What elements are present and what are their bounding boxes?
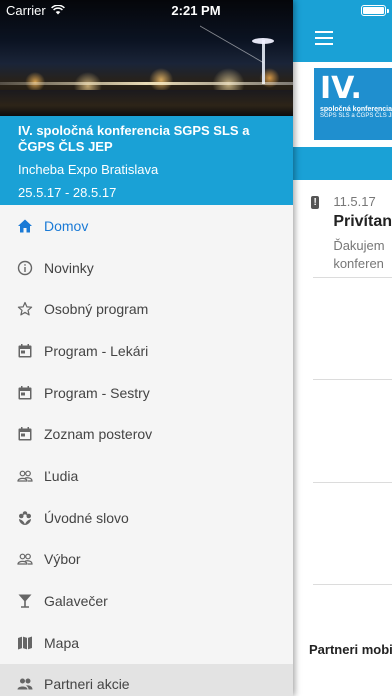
divider: [313, 482, 392, 483]
menu-item-uvodne-slovo[interactable]: Úvodné slovo: [0, 497, 293, 539]
menu-item-osobny-program[interactable]: Osobný program: [0, 288, 293, 330]
menu-item-zoznam-posterov[interactable]: Zoznam posterov: [0, 413, 293, 455]
menu-item-label: Výbor: [44, 551, 81, 568]
menu-item-galavecer[interactable]: Galavečer: [0, 580, 293, 622]
menu-item-label: Osobný program: [44, 301, 149, 318]
menu-item-partneri-akcie[interactable]: Partneri akcie: [0, 663, 293, 696]
people-icon: [16, 467, 33, 484]
news-item[interactable]: ! 11.5.17 Privítan Ďakujem konferen: [293, 180, 392, 273]
menu-item-mapa[interactable]: Mapa: [0, 622, 293, 664]
menu-icon[interactable]: [315, 31, 392, 45]
menu-item-domov[interactable]: Domov: [0, 205, 293, 247]
carrier-label: Carrier: [6, 2, 46, 18]
navigation-drawer: IV. spoločná konferencia SGPS SLS a ČGPS…: [0, 0, 293, 696]
conference-title: IV. spoločná konferencia SGPS SLS a ČGPS…: [18, 123, 250, 154]
group-icon: [16, 676, 33, 693]
info-icon: [16, 259, 33, 276]
menu-item-vybor[interactable]: Výbor: [0, 539, 293, 581]
conference-info: IV. spoločná konferencia SGPS SLS a ČGPS…: [0, 116, 293, 205]
map-icon: [16, 634, 33, 651]
divider: [313, 584, 392, 585]
calendar-icon: [16, 384, 33, 401]
wifi-icon: [50, 5, 65, 15]
battery-icon: [361, 4, 389, 16]
menu-item-label: Novinky: [44, 259, 94, 276]
main-content: IV. spoločná konferencia SGPS SLS a ČGPS…: [293, 0, 392, 696]
divider: [313, 277, 392, 278]
news-text-line: Ďakujem: [333, 238, 385, 253]
news-title: Privítan: [333, 213, 392, 230]
menu-item-label: Galavečer: [44, 593, 108, 610]
news-date: 11.5.17: [333, 194, 376, 209]
menu-item-label: Úvodné slovo: [44, 509, 129, 526]
tab-bar: [293, 147, 392, 180]
divider: [313, 379, 392, 380]
calendar-icon: [16, 342, 33, 359]
menu-item-label: Mapa: [44, 634, 80, 651]
app-bar: IV. spoločná konferencia SGPS SLS a ČGPS…: [293, 0, 392, 147]
menu-item-program-sestry[interactable]: Program - Sestry: [0, 372, 293, 414]
conference-dates: 25.5.17 - 28.5.17: [18, 185, 117, 200]
menu-item-label: Ľudia: [44, 467, 79, 484]
menu-item-novinky[interactable]: Novinky: [0, 247, 293, 289]
flower-icon: [16, 509, 33, 526]
menu-item-label: Zoznam posterov: [44, 426, 153, 443]
logo-strip: IV. spoločná konferencia SGPS SLS a ČGPS…: [293, 62, 392, 147]
menu-item-label: Domov: [44, 217, 89, 234]
partners-label: Partneri mobiln: [309, 642, 392, 657]
menu-item-label: Program - Sestry: [44, 384, 150, 401]
drawer-menu: Domov Novinky Osobný program Program - L…: [0, 205, 293, 696]
announcement-icon: !: [311, 196, 320, 209]
menu-item-ludia[interactable]: Ľudia: [0, 455, 293, 497]
glass-icon: [16, 593, 33, 610]
status-bar: Carrier 2:21 PM: [0, 0, 392, 20]
calendar-icon: [16, 426, 33, 443]
conference-logo: IV. spoločná konferencia SGPS SLS a ČGPS…: [314, 68, 392, 140]
people-icon: [16, 551, 33, 568]
conference-venue: Incheba Expo Bratislava: [18, 162, 159, 177]
menu-item-program-lekari[interactable]: Program - Lekári: [0, 330, 293, 372]
star-icon: [16, 301, 33, 318]
home-icon: [16, 217, 33, 234]
menu-item-label: Partneri akcie: [44, 676, 130, 693]
news-text-line: konferen: [333, 256, 384, 271]
menu-item-label: Program - Lekári: [44, 342, 149, 359]
